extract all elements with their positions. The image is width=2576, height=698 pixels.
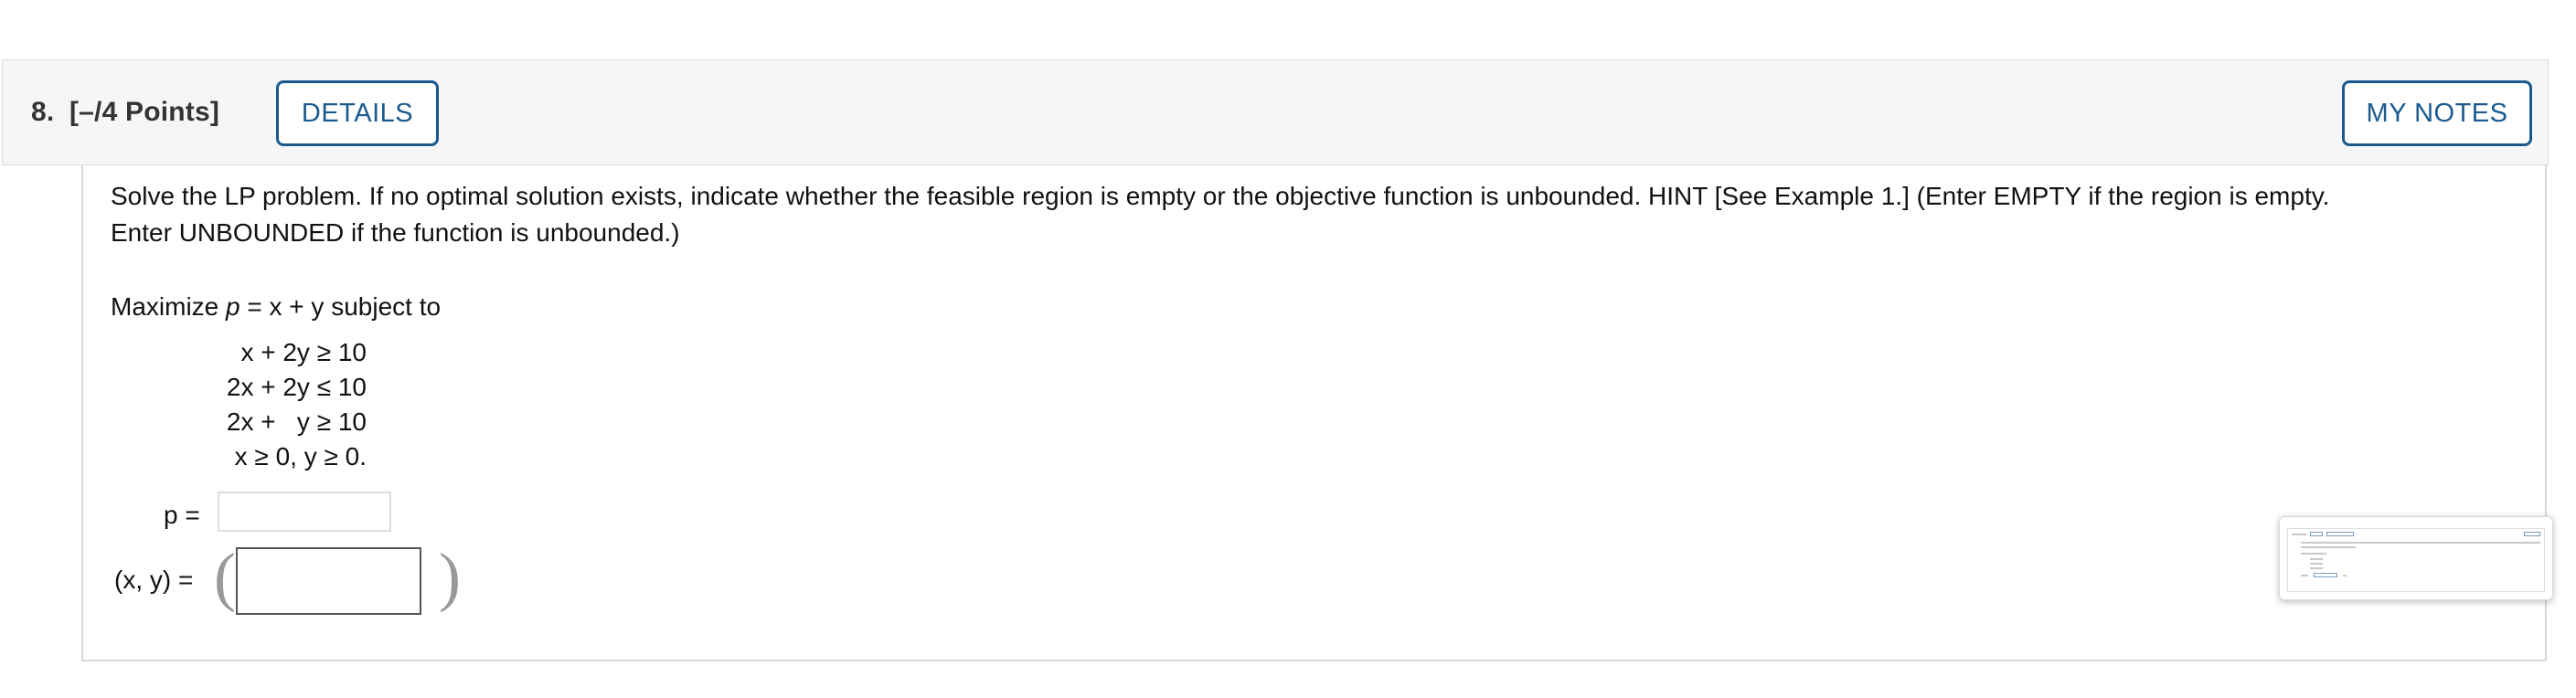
my-notes-button[interactable]: MY NOTES — [2342, 80, 2532, 146]
preview-line — [2301, 542, 2540, 544]
constraint-4: x ≥ 0, y ≥ 0. — [234, 442, 367, 471]
objective-prefix: Maximize — [111, 292, 227, 321]
objective-variable: p — [226, 292, 240, 321]
prompt-line-1: Solve the LP problem. If no optimal solu… — [111, 182, 2330, 210]
preview-button — [2326, 532, 2354, 536]
question-points: [–/4 Points] — [69, 97, 220, 127]
xy-answer-label: (x, y) = — [114, 566, 194, 594]
question-title: 8. [–/4 Points] — [31, 97, 219, 128]
preview-line — [2301, 553, 2326, 555]
objective-suffix: subject to — [331, 292, 442, 321]
objective-statement: Maximize p = x + y subject to — [111, 289, 441, 325]
preview-line — [2301, 575, 2308, 576]
constraint-2: 2x + 2y ≤ 10 — [226, 373, 367, 401]
preview-button — [2524, 532, 2540, 536]
p-answer-input[interactable] — [218, 492, 391, 532]
constraint-3: 2x + y ≥ 10 — [226, 407, 367, 436]
xy-answer-input[interactable] — [236, 547, 421, 615]
question-header: 8. [–/4 Points] DETAILS MY NOTES — [2, 59, 2549, 165]
preview-line — [2301, 546, 2356, 548]
close-paren-icon: ) — [439, 540, 461, 613]
p-answer-label: p = — [164, 501, 200, 529]
prompt-line-2: Enter UNBOUNDED if the function is unbou… — [111, 218, 680, 247]
page-preview-thumbnail-icon[interactable] — [2279, 516, 2553, 600]
preview-frame — [2287, 528, 2545, 592]
preview-input — [2314, 573, 2337, 577]
preview-line — [2292, 534, 2306, 535]
constraint-1: x + 2y ≥ 10 — [240, 338, 367, 366]
objective-expression: = x + y — [240, 292, 332, 321]
preview-line — [2310, 558, 2323, 560]
question-body: Solve the LP problem. If no optimal solu… — [81, 165, 2547, 661]
preview-line — [2310, 567, 2323, 569]
preview-button — [2310, 532, 2323, 536]
question-number: 8. — [31, 97, 55, 127]
preview-line — [2310, 563, 2323, 565]
preview-line — [2343, 575, 2347, 576]
constraints-list: x + 2y ≥ 10 2x + 2y ≤ 10 2x + y ≥ 10 x ≥… — [202, 335, 367, 474]
problem-prompt: Solve the LP problem. If no optimal solu… — [111, 178, 2524, 251]
details-button[interactable]: DETAILS — [276, 80, 439, 146]
open-paren-icon: ( — [214, 540, 236, 613]
